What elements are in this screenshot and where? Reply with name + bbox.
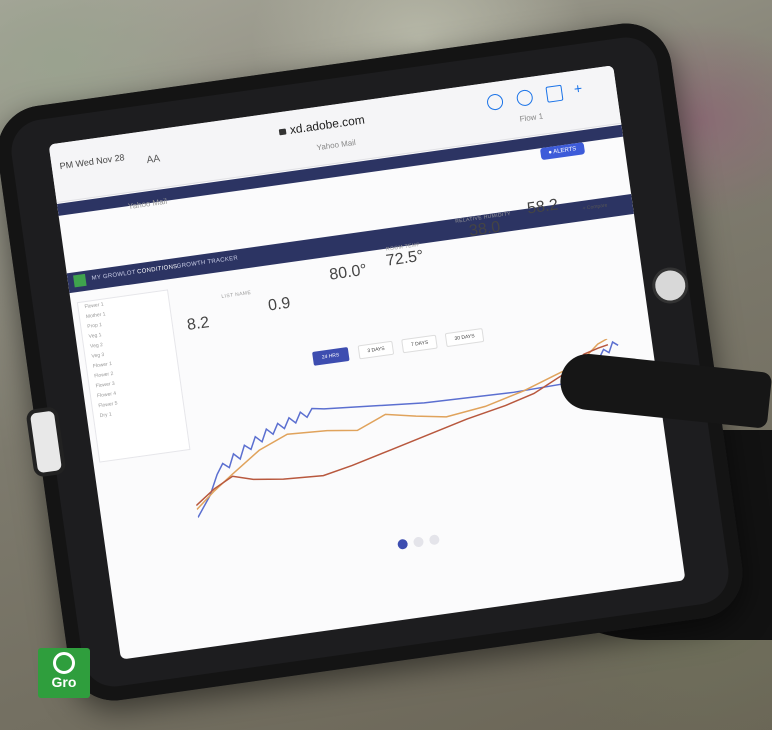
readout-value-3: 80.0° [328, 261, 368, 284]
tab-my-growlot[interactable]: MY GROWLOT [91, 270, 136, 282]
chart-page-dot[interactable] [428, 534, 441, 546]
tab-yahoo-mail[interactable]: Yahoo Mail [316, 138, 356, 152]
range-3days-button[interactable]: 3 DAYS [357, 340, 395, 360]
status-time: PM Wed Nov 28 [59, 152, 126, 172]
readout-humidity: RELATIVE HUMIDITY 38.0 [454, 210, 512, 240]
range-24h-button[interactable]: 24 HRS [312, 347, 350, 366]
tab-growth-tracker[interactable]: GROWTH TRACKER [176, 255, 238, 270]
reload-icon[interactable] [486, 93, 505, 112]
gro-logo: Gro [38, 648, 90, 698]
new-tab-icon[interactable]: + [573, 80, 589, 97]
tab-flow[interactable]: Flow 1 [519, 112, 544, 124]
share-icon[interactable] [545, 84, 564, 103]
tab-conditions[interactable]: CONDITIONS [137, 264, 178, 276]
leaf-e-icon [53, 652, 75, 674]
chart-prev-button[interactable] [397, 538, 409, 550]
gro-logo-text: Gro [51, 674, 77, 690]
readout-list-name: LIST NAME [221, 289, 252, 301]
download-icon[interactable] [515, 88, 534, 107]
range-30days-button[interactable]: 30 DAYS [444, 328, 485, 348]
room-list: Flower 1 Mother 1 Prop 1 Veg 1 Veg 2 Veg… [76, 289, 191, 463]
readout-value-2: 0.9 [267, 294, 292, 315]
lock-icon [278, 128, 287, 136]
text-size-button[interactable]: AA [146, 153, 161, 166]
app-logo [73, 273, 87, 288]
series-orange-line [196, 338, 608, 511]
range-7days-button[interactable]: 7 DAYS [401, 334, 439, 354]
chart-page-dot[interactable] [412, 536, 425, 548]
readout-value-1: 8.2 [185, 314, 211, 335]
series-brown-line [195, 344, 609, 507]
readout-room-temp: ROOM TEMP 72.5° [384, 241, 425, 270]
address-bar[interactable]: xd.adobe.com [278, 112, 366, 138]
url-text: xd.adobe.com [288, 112, 366, 137]
